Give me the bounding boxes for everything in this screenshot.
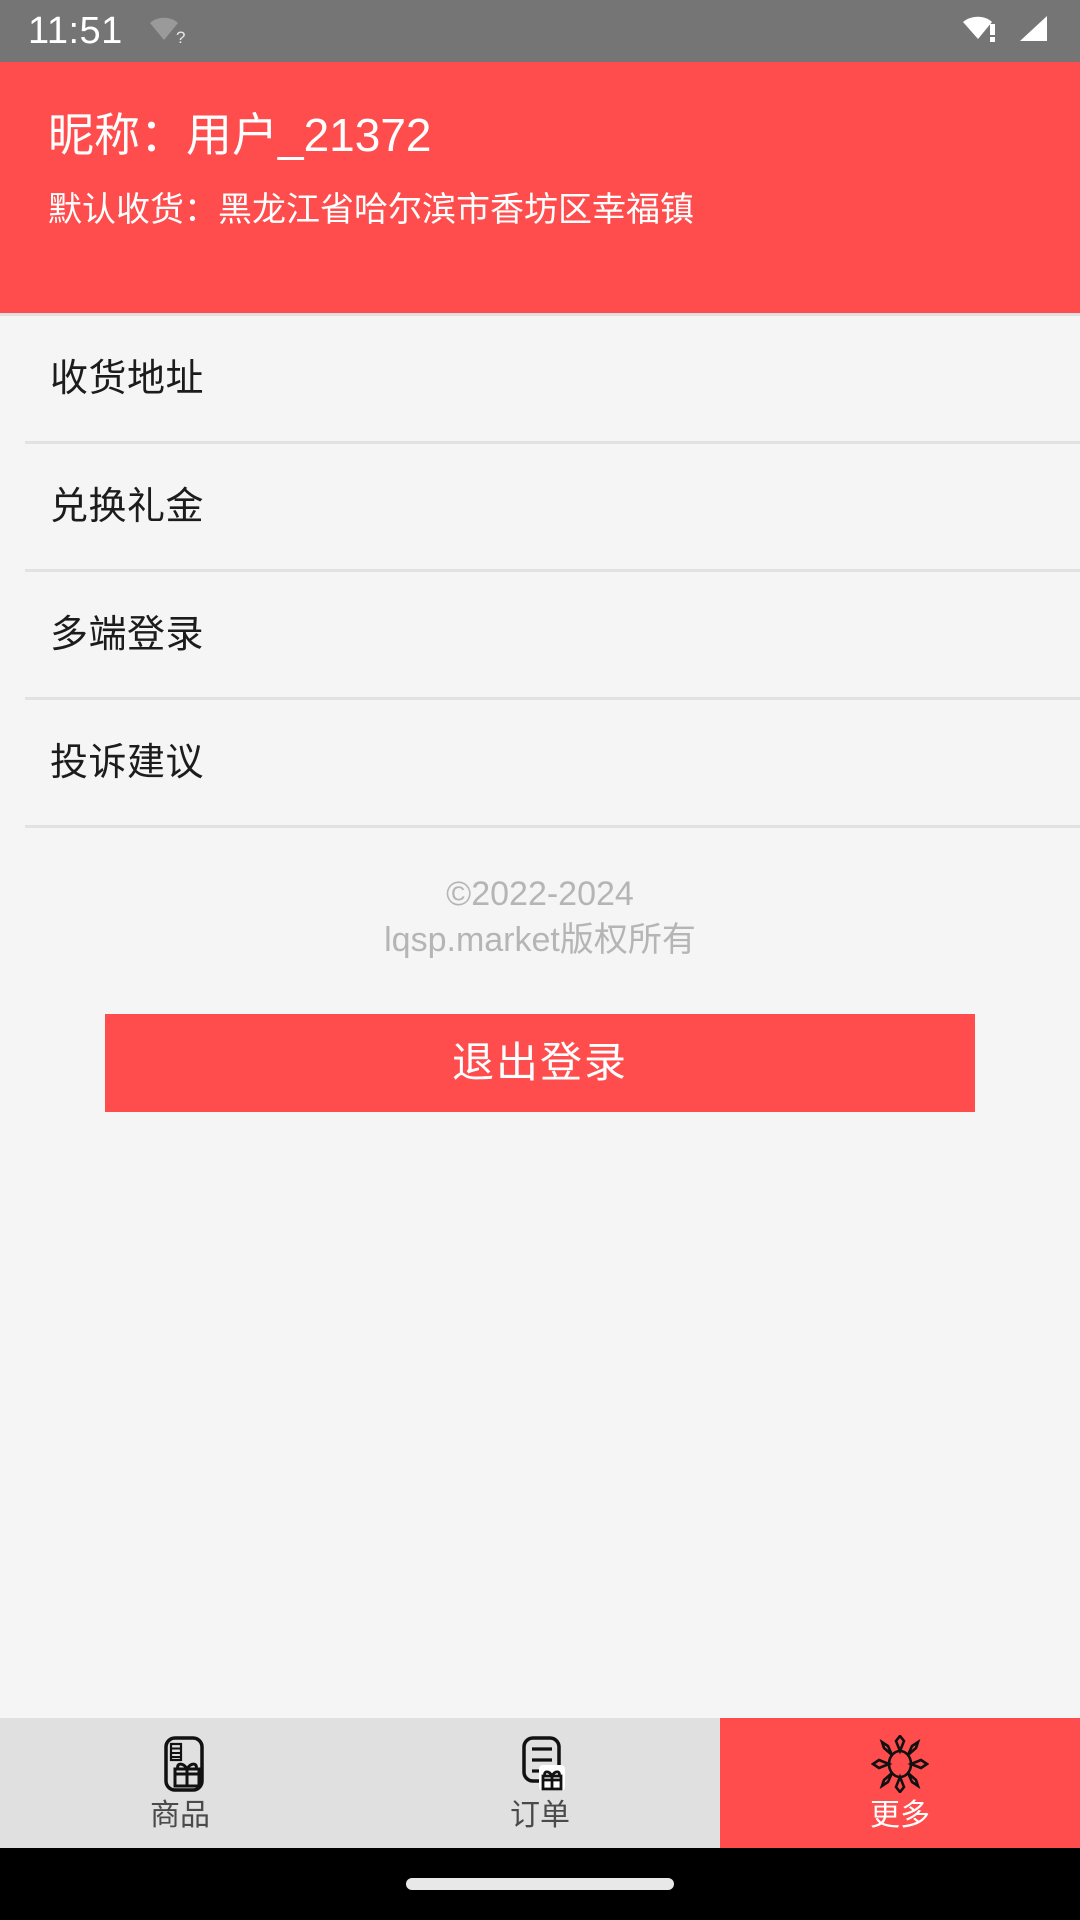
gesture-navigation-bar (0, 1848, 1080, 1920)
menu-item-multi-device-login[interactable]: 多端登录 (25, 572, 1080, 700)
order-list-gift-icon (514, 1735, 566, 1793)
sun-burst-icon (871, 1735, 929, 1793)
tab-label: 订单 (510, 1799, 570, 1832)
menu-item-label: 收货地址 (50, 357, 205, 400)
menu-item-label: 兑换礼金 (50, 485, 205, 528)
menu-item-label: 投诉建议 (50, 741, 205, 784)
wifi-question-icon: ? (145, 11, 189, 52)
svg-text:?: ? (176, 28, 185, 47)
home-gesture-pill[interactable] (406, 1878, 674, 1890)
tab-label: 更多 (870, 1799, 930, 1832)
cellular-signal-icon (1016, 12, 1052, 51)
status-bar: 11:51 ? (0, 0, 1080, 62)
bottom-tab-bar: 商品 订单 更多 (0, 1718, 1080, 1848)
logout-button[interactable]: 退出登录 (105, 1013, 975, 1112)
copyright-years: ©2022-2024 (446, 875, 634, 913)
menu-item-complaint-suggestion[interactable]: 投诉建议 (25, 700, 1080, 828)
status-bar-clock: 11:51 (28, 10, 123, 52)
app-screen: 11:51 ? 昵称：用户_21372 默认收货：黑龙江省哈尔滨市香坊区幸福镇 … (0, 0, 1080, 1920)
profile-nickname: 昵称：用户_21372 (48, 109, 432, 161)
tab-orders[interactable]: 订单 (360, 1718, 720, 1848)
logout-container: 退出登录 (0, 1013, 1080, 1112)
copyright-owner: lqsp.market版权所有 (384, 920, 696, 959)
menu-item-shipping-address[interactable]: 收货地址 (25, 316, 1080, 444)
gift-card-icon (154, 1735, 206, 1793)
status-bar-left-icons: ? (145, 11, 189, 52)
settings-menu-list: 收货地址 兑换礼金 多端登录 投诉建议 (0, 313, 1080, 828)
menu-item-label: 多端登录 (50, 613, 205, 656)
profile-header: 昵称：用户_21372 默认收货：黑龙江省哈尔滨市香坊区幸福镇 (0, 62, 1080, 313)
profile-default-address: 默认收货：黑龙江省哈尔滨市香坊区幸福镇 (48, 191, 694, 230)
tab-more[interactable]: 更多 (720, 1718, 1080, 1848)
wifi-alert-icon (960, 12, 1002, 51)
status-bar-right-icons (960, 12, 1052, 51)
tab-label: 商品 (150, 1799, 210, 1832)
copyright-notice: ©2022-2024 lqsp.market版权所有 (0, 872, 1080, 964)
tab-products[interactable]: 商品 (0, 1718, 360, 1848)
menu-item-redeem-gift[interactable]: 兑换礼金 (25, 444, 1080, 572)
